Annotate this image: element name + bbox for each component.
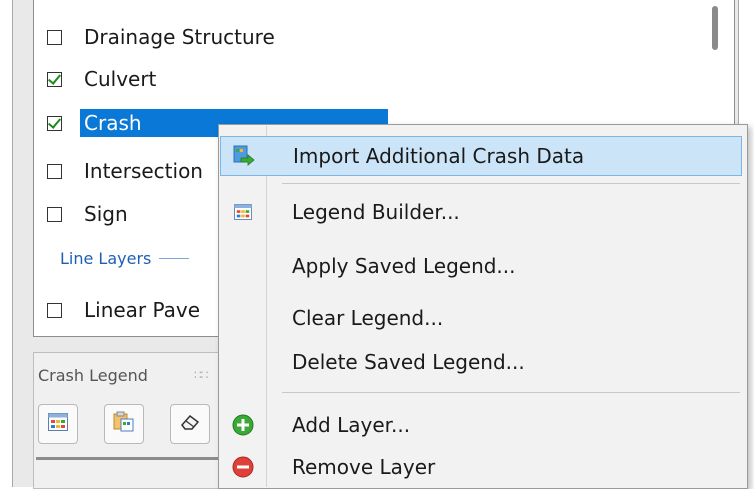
group-header-rule <box>159 258 190 259</box>
layer-label: Sign <box>84 202 128 226</box>
menu-item-legend-builder[interactable]: Legend Builder... <box>220 192 742 232</box>
group-header-line-layers: Line Layers <box>60 249 190 268</box>
menu-item-import-additional-crash-data[interactable]: Import Additional Crash Data <box>220 136 742 176</box>
legend-panel-title: Crash Legend <box>38 366 148 385</box>
layer-checkbox[interactable] <box>47 163 62 179</box>
menu-item-label: Import Additional Crash Data <box>293 144 585 168</box>
layer-checkbox[interactable] <box>47 115 62 131</box>
menu-item-label: Delete Saved Legend... <box>292 350 525 374</box>
group-header-label: Line Layers <box>60 249 152 268</box>
menu-separator <box>282 392 740 393</box>
legend-folder-icon <box>113 411 135 437</box>
layer-label: Linear Pave <box>84 298 201 322</box>
scrollbar-thumb[interactable] <box>712 6 718 50</box>
legend-builder-button[interactable] <box>38 404 78 444</box>
menu-item-label: Clear Legend... <box>292 306 444 330</box>
grip-icon[interactable]: ∷∷ <box>194 368 208 382</box>
menu-item-apply-saved-legend[interactable]: Apply Saved Legend... <box>220 246 742 286</box>
layer-item-culvert[interactable]: Culvert <box>47 62 160 96</box>
menu-item-clear-legend[interactable]: Clear Legend... <box>220 298 742 338</box>
layer-item-linear-pave[interactable]: Linear Pave <box>47 293 204 327</box>
menu-item-delete-saved-legend[interactable]: Delete Saved Legend... <box>220 342 742 382</box>
layer-item-intersection[interactable]: Intersection <box>47 154 207 188</box>
eraser-icon <box>179 413 201 435</box>
layer-label: Intersection <box>84 159 203 183</box>
import-arrow-icon <box>231 143 257 169</box>
menu-item-label: Add Layer... <box>292 413 411 437</box>
layer-item-sign[interactable]: Sign <box>47 197 132 231</box>
menu-item-label: Legend Builder... <box>292 200 460 224</box>
remove-circle-icon <box>230 454 256 480</box>
menu-separator <box>282 183 740 184</box>
legend-grid-icon <box>48 413 68 435</box>
apply-saved-legend-button[interactable] <box>104 404 144 444</box>
menu-item-add-layer[interactable]: Add Layer... <box>220 405 742 445</box>
layer-label: Culvert <box>84 67 157 91</box>
menu-item-remove-layer[interactable]: Remove Layer <box>220 447 742 487</box>
layer-checkbox[interactable] <box>47 206 62 222</box>
layer-checkbox[interactable] <box>47 302 62 318</box>
layer-item-drainage-structure[interactable]: Drainage Structure <box>47 20 279 54</box>
clear-legend-button[interactable] <box>170 404 210 444</box>
menu-item-label: Remove Layer <box>292 455 436 479</box>
layer-checkbox[interactable] <box>47 71 62 87</box>
layer-checkbox[interactable] <box>47 29 62 45</box>
menu-item-label: Apply Saved Legend... <box>292 254 516 278</box>
layer-label: Drainage Structure <box>84 25 275 49</box>
add-circle-icon <box>230 412 256 438</box>
legend-grid-icon <box>230 199 256 225</box>
